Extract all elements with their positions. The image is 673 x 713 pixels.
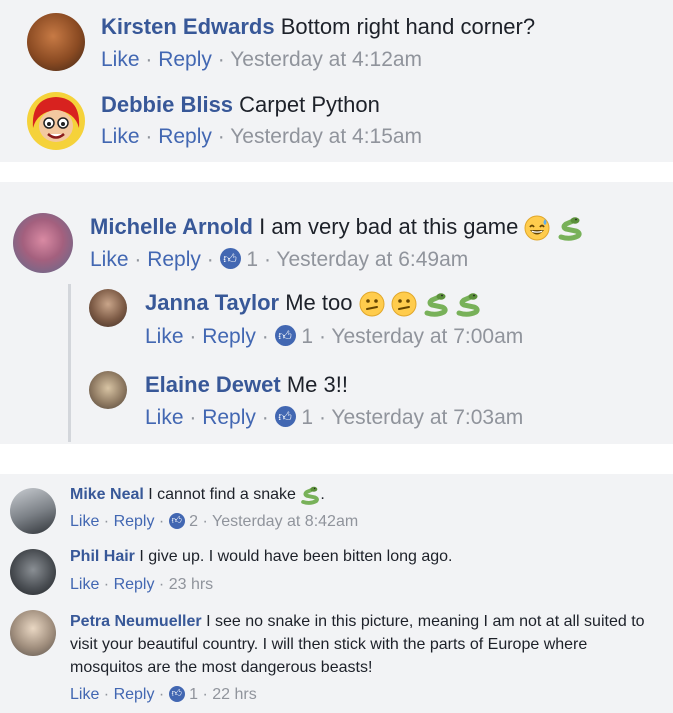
avatar[interactable] — [10, 488, 56, 534]
comment-meta: Like · Reply · Yesterday at 4:15am — [101, 125, 423, 148]
timestamp[interactable]: Yesterday at 7:03am — [331, 406, 523, 429]
comment-line: Phil Hair I give up. I would have been b… — [70, 548, 452, 566]
comment-block-bottom: Mike Neal I cannot find a snake . Like ·… — [0, 474, 673, 713]
reply-link[interactable]: Reply — [158, 48, 212, 71]
confused-emoji — [359, 291, 385, 317]
commenter-name[interactable]: Debbie Bliss — [101, 92, 233, 117]
timestamp[interactable]: Yesterday at 7:00am — [331, 325, 523, 348]
timestamp[interactable]: Yesterday at 4:15am — [230, 125, 422, 148]
comment-text: I am very bad at this game — [259, 214, 519, 239]
comment-meta: Like · Reply · 23 hrs — [70, 576, 214, 593]
comment-meta: Like · Reply · 👍︎ 1 · Yesterday at 7:00a… — [145, 324, 524, 348]
commenter-name[interactable]: Janna Taylor — [145, 290, 279, 315]
comment-thread: Michelle Arnold I am very bad at this ga… — [0, 182, 673, 444]
comment-meta: Like · Reply · 👍︎ 1 · Yesterday at 7:03a… — [145, 405, 524, 429]
commenter-name[interactable]: Phil Hair — [70, 548, 135, 565]
like-count[interactable]: 1 — [246, 248, 258, 271]
thumbs-up-icon[interactable]: 👍︎ — [274, 405, 296, 427]
reply-link[interactable]: Reply — [158, 125, 212, 148]
snake-emoji — [456, 293, 480, 317]
avatar[interactable] — [13, 213, 73, 273]
like-count[interactable]: 2 — [189, 513, 198, 530]
comment-line: Petra Neumueller I see no snake in this … — [70, 610, 660, 679]
avatar[interactable] — [27, 92, 85, 150]
avatar[interactable] — [10, 610, 56, 656]
thumbs-up-icon[interactable]: 👍︎ — [274, 324, 296, 346]
reply-link[interactable]: Reply — [114, 686, 155, 703]
timestamp[interactable]: 22 hrs — [212, 686, 256, 703]
reply-thread-line — [68, 284, 71, 442]
comment-text: I cannot find a snake — [148, 486, 296, 504]
reply-link[interactable]: Reply — [202, 406, 256, 429]
like-link[interactable]: Like — [70, 686, 99, 703]
commenter-name[interactable]: Mike Neal — [70, 486, 144, 503]
comment-text: I give up. I would have been bitten long… — [139, 548, 453, 565]
timestamp[interactable]: 23 hrs — [169, 576, 213, 593]
like-link[interactable]: Like — [90, 248, 129, 271]
timestamp[interactable]: Yesterday at 4:12am — [230, 48, 422, 71]
comment-line: Michelle Arnold I am very bad at this ga… — [90, 214, 583, 241]
comment-line: Mike Neal I cannot find a snake . — [70, 485, 325, 505]
like-link[interactable]: Like — [70, 576, 99, 593]
reply-link[interactable]: Reply — [114, 576, 155, 593]
reply-link[interactable]: Reply — [114, 513, 155, 530]
comment-text: Me 3!! — [286, 372, 348, 397]
comment-block-top: Kirsten Edwards Bottom right hand corner… — [0, 0, 673, 162]
timestamp[interactable]: Yesterday at 6:49am — [276, 248, 468, 271]
comment-line: Kirsten Edwards Bottom right hand corner… — [101, 14, 535, 40]
avatar[interactable] — [27, 13, 85, 71]
cartoon-avatar-icon — [32, 97, 80, 142]
comment-meta: Like · Reply · 👍︎ 2 · Yesterday at 8:42a… — [70, 512, 359, 530]
like-count[interactable]: 1 — [189, 686, 198, 703]
like-count[interactable]: 1 — [301, 406, 313, 429]
comment-text: Bottom right hand corner? — [280, 14, 536, 39]
snake-emoji — [558, 217, 582, 241]
commenter-name[interactable]: Kirsten Edwards — [101, 14, 275, 39]
like-link[interactable]: Like — [101, 125, 140, 148]
like-count[interactable]: 1 — [301, 325, 313, 348]
confused-emoji — [391, 291, 417, 317]
comment-text-trail: . — [320, 486, 325, 504]
thumbs-up-icon[interactable]: 👍︎ — [219, 247, 241, 269]
comment-line: Debbie Bliss Carpet Python — [101, 92, 380, 118]
comment-line: Janna Taylor Me too — [145, 290, 481, 317]
avatar[interactable] — [89, 289, 127, 327]
reply-link[interactable]: Reply — [202, 325, 256, 348]
like-link[interactable]: Like — [145, 325, 184, 348]
snake-emoji — [301, 486, 320, 505]
like-link[interactable]: Like — [101, 48, 140, 71]
comment-meta: Like · Reply · Yesterday at 4:12am — [101, 48, 423, 71]
commenter-name[interactable]: Elaine Dewet — [145, 372, 281, 397]
snake-emoji — [424, 293, 448, 317]
like-link[interactable]: Like — [70, 513, 99, 530]
thumbs-up-icon[interactable]: 👍︎ — [168, 512, 185, 529]
commenter-name[interactable]: Petra Neumueller — [70, 613, 202, 630]
avatar[interactable] — [89, 371, 127, 409]
thumbs-up-icon[interactable]: 👍︎ — [168, 685, 185, 702]
avatar[interactable] — [10, 549, 56, 595]
commenter-name[interactable]: Michelle Arnold — [90, 214, 253, 239]
timestamp[interactable]: Yesterday at 8:42am — [212, 513, 358, 530]
comment-text: Carpet Python — [239, 92, 380, 117]
comment-meta: Like · Reply · 👍︎ 1 · 22 hrs — [70, 685, 257, 703]
comment-text: Me too — [285, 290, 353, 315]
like-link[interactable]: Like — [145, 406, 184, 429]
reply-link[interactable]: Reply — [147, 248, 201, 271]
comment-line: Elaine Dewet Me 3!! — [145, 372, 348, 398]
comment-meta: Like · Reply · 👍︎ 1 · Yesterday at 6:49a… — [90, 247, 469, 271]
grinning-sweat-emoji — [524, 215, 550, 241]
